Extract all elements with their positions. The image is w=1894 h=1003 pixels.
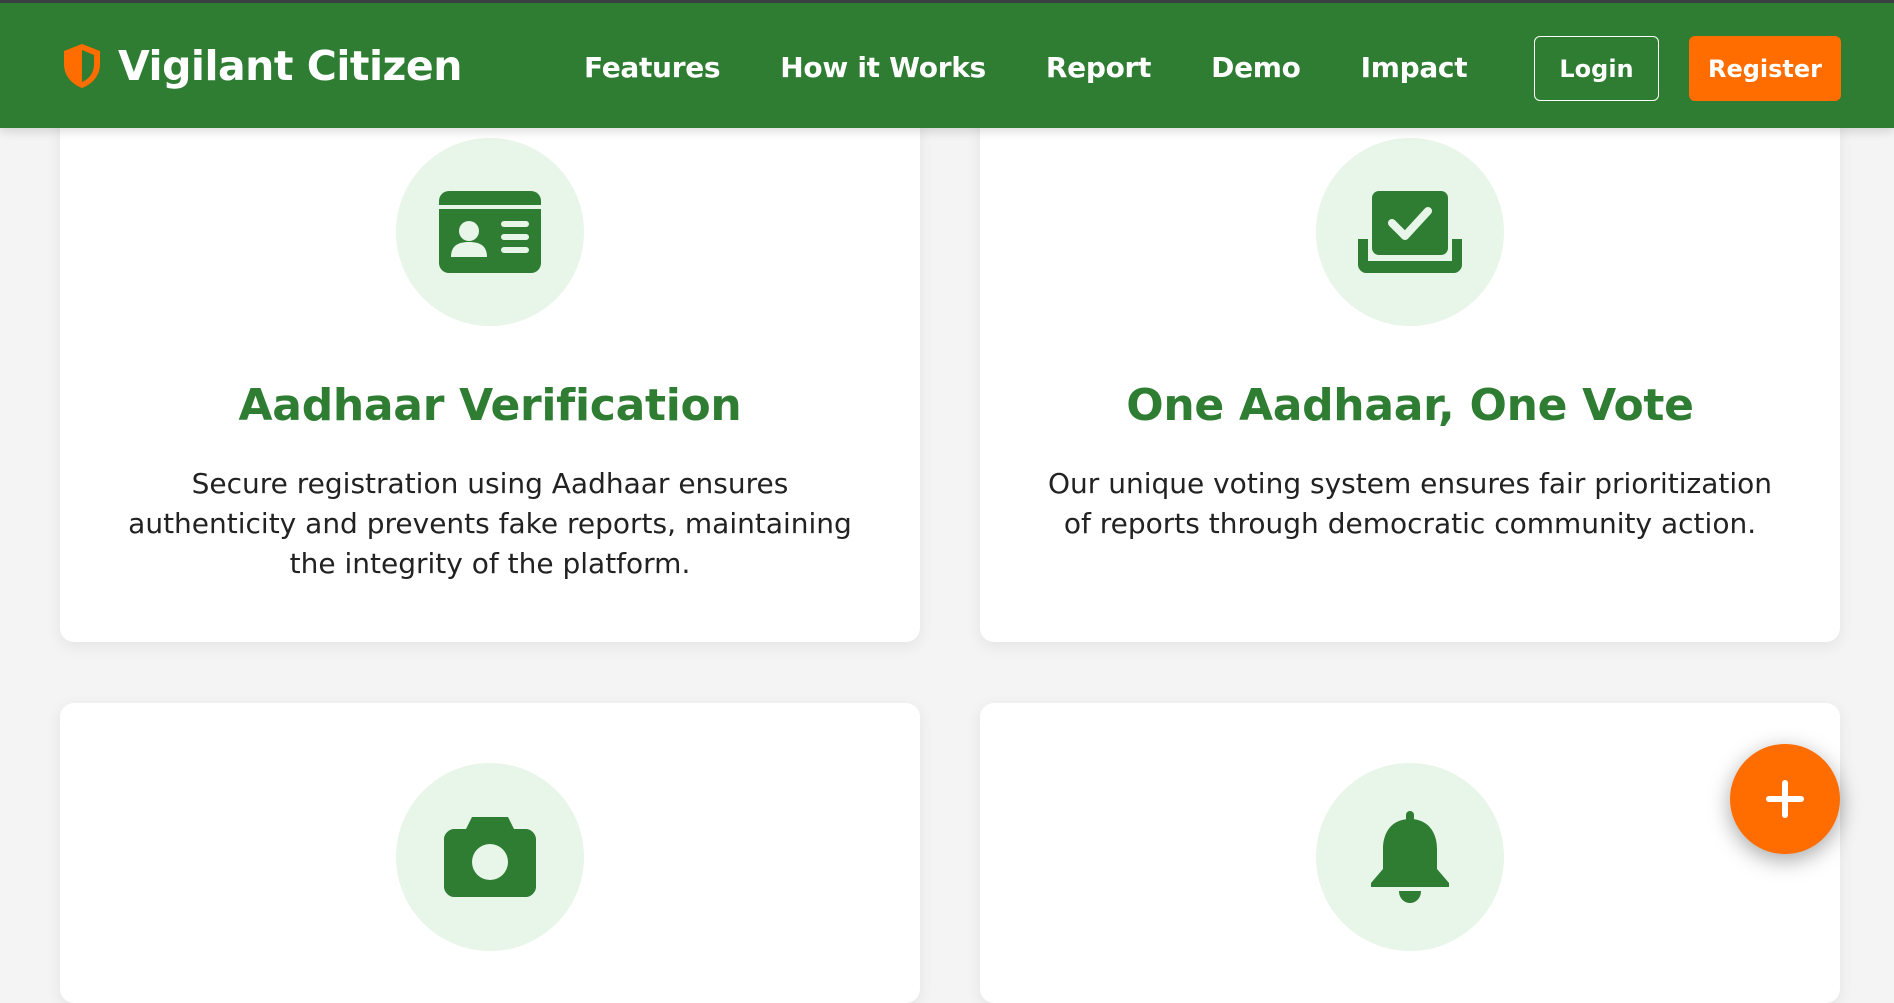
feature-icon-circle xyxy=(1316,138,1504,326)
nav-link-how-it-works[interactable]: How it Works xyxy=(780,51,986,84)
nav-link-report[interactable]: Report xyxy=(1046,51,1152,84)
feature-icon-circle xyxy=(1316,763,1504,951)
brand-name: Vigilant Citizen xyxy=(118,42,462,90)
nav-link-features[interactable]: Features xyxy=(584,51,721,84)
feature-icon-circle xyxy=(396,763,584,951)
camera-icon xyxy=(444,817,536,897)
brand-logo-link[interactable]: Vigilant Citizen xyxy=(60,42,462,90)
nav-link-impact[interactable]: Impact xyxy=(1361,51,1468,84)
feature-card-one-aadhaar-one-vote: One Aadhaar, One Vote Our unique voting … xyxy=(980,60,1840,642)
plus-icon xyxy=(1766,780,1804,818)
register-button[interactable]: Register xyxy=(1689,36,1841,101)
feature-card-aadhaar-verification: Aadhaar Verification Secure registration… xyxy=(60,60,920,642)
feature-description: Secure registration using Aadhaar ensure… xyxy=(128,467,852,580)
shield-icon xyxy=(64,44,100,88)
nav-link-demo[interactable]: Demo xyxy=(1211,51,1301,84)
bell-icon xyxy=(1371,811,1449,903)
main-nav: Features How it Works Report Demo Impact xyxy=(584,51,1468,84)
navbar: Vigilant Citizen Features How it Works R… xyxy=(0,3,1894,128)
feature-title: Aadhaar Verification xyxy=(238,380,742,431)
feature-title: One Aadhaar, One Vote xyxy=(1126,380,1694,431)
floating-add-button[interactable] xyxy=(1730,744,1840,854)
id-card-icon xyxy=(439,191,541,273)
vote-box-icon xyxy=(1358,191,1462,273)
feature-description: Our unique voting system ensures fair pr… xyxy=(1048,467,1772,540)
feature-icon-circle xyxy=(396,138,584,326)
feature-card-photo xyxy=(60,703,920,1003)
window-top-strip xyxy=(0,0,1894,3)
login-button[interactable]: Login xyxy=(1534,36,1659,101)
feature-card-notifications xyxy=(980,703,1840,1003)
